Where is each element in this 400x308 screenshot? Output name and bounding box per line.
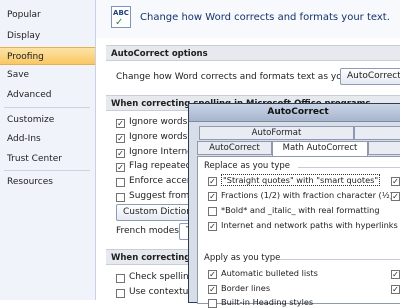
nav-item-customize[interactable]: Customize [0,111,95,129]
nav-item-resources[interactable]: Resources [0,173,95,191]
dialog-title: AutoCorrect [267,107,329,117]
tab-hidden[interactable] [354,126,400,140]
suggest-main-dictionary-checkbox[interactable] [116,193,125,202]
nav-item-display[interactable]: Display [0,27,95,45]
spell-check-icon: ABC ✓ [111,6,131,28]
ignore-words-uppercase-checkbox[interactable] [116,119,125,128]
nav-item-trust-center[interactable]: Trust Center [0,150,95,168]
nav-item-save[interactable]: Save [0,66,95,84]
bold-italic-checkbox[interactable] [208,207,217,216]
second-column-checkbox[interactable] [391,285,400,294]
tab-autocorrect[interactable]: AutoCorrect [197,141,272,155]
page-header: ABC ✓ Change how Word corrects and forma… [96,0,400,38]
page-title: Change how Word corrects and formats you… [140,12,390,23]
autocorrect-description: Change how Word corrects and formats tex… [116,72,374,82]
bulleted-lists-checkbox[interactable] [208,270,217,279]
check-spelling-as-you-type-checkbox[interactable] [116,274,125,283]
second-column-checkbox[interactable] [391,270,400,279]
nav-divider [4,107,90,108]
replace-group-label: Replace as you type [204,161,290,171]
checkbox-label: Ignore Internet [129,147,197,157]
contextual-spelling-checkbox[interactable] [116,289,125,298]
autocorrect-options-button[interactable]: AutoCorrect O [340,68,400,85]
checkbox-label: *Bold* and _italic_ with real formatting [221,205,380,215]
flag-repeated-words-checkbox[interactable] [116,163,125,172]
second-column-checkbox[interactable] [391,192,400,201]
border-lines-checkbox[interactable] [208,285,217,294]
checkbox-label: Border lines [221,283,271,293]
nav-divider [4,170,90,171]
second-column-checkbox[interactable] [391,177,400,186]
french-modes-label: French modes: [116,226,183,236]
fractions-checkbox[interactable] [208,192,217,201]
autocorrect-dialog: AutoCorrect AutoFormat AutoCorrect Math … [188,103,400,308]
nav-item-add-ins[interactable]: Add-Ins [0,130,95,148]
checkbox-label: Built-in Heading styles [221,297,314,307]
group-divider [298,167,400,168]
heading-styles-checkbox[interactable] [208,299,217,308]
nav-item-advanced[interactable]: Advanced [0,86,95,104]
checkbox-label: Automatic bulleted lists [221,268,318,278]
options-nav: Popular Display Proofing Save Advanced C… [0,0,96,300]
checkbox-label: Fractions (1/2) with fraction character … [221,190,393,200]
apply-group-label: Apply as you type [204,253,281,263]
ignore-words-numbers-checkbox[interactable] [116,134,125,143]
tab-autoformat[interactable]: AutoFormat [199,126,354,140]
nav-item-popular[interactable]: Popular [0,6,95,24]
nav-item-proofing[interactable]: Proofing [0,47,95,65]
autoformat-panel: Replace as you type "Straight quotes" wi… [197,156,400,308]
tab-math-autocorrect[interactable]: Math AutoCorrect [272,141,368,156]
group-divider [280,259,400,260]
section-header-autocorrect: AutoCorrect options [106,45,400,61]
smart-quotes-checkbox[interactable] [208,177,217,186]
checkbox-label: "Straight quotes" with "smart quotes" [221,174,381,186]
dialog-titlebar[interactable]: AutoCorrect [189,104,400,122]
enforce-accented-checkbox[interactable] [116,178,125,187]
ignore-internet-checkbox[interactable] [116,149,125,158]
checkbox-label: Internet and network paths with hyperlin… [221,220,398,230]
hyperlinks-checkbox[interactable] [208,222,217,231]
tab-hidden[interactable] [368,141,400,155]
